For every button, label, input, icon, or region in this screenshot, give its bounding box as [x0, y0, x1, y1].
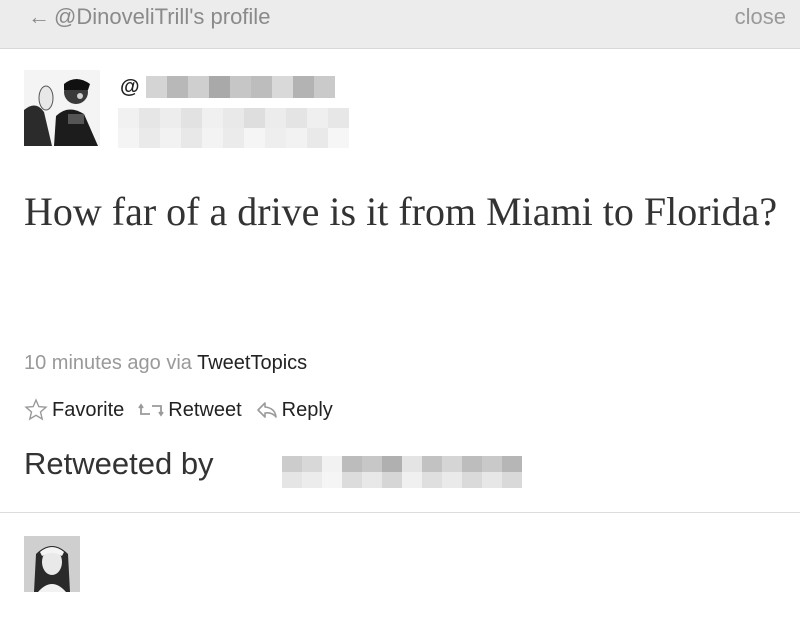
retweet-button[interactable]: Retweet: [138, 398, 242, 422]
author-avatar[interactable]: [24, 70, 100, 146]
tweet-source-link[interactable]: TweetTopics: [197, 352, 307, 374]
close-button[interactable]: close: [735, 4, 786, 30]
author-handle-redacted: [146, 76, 335, 98]
arrow-left-icon: ←: [28, 4, 50, 29]
author-name-redacted: [118, 108, 349, 148]
back-to-profile-link[interactable]: ← @DinoveliTrill's profile: [28, 4, 270, 30]
retweeter-avatar[interactable]: [24, 536, 80, 592]
retweet-label: Retweet: [168, 398, 242, 421]
reply-label: Reply: [281, 398, 333, 421]
section-divider: [0, 512, 800, 513]
retweeter-avatar-image: [24, 536, 80, 592]
star-icon: [24, 398, 48, 422]
top-bar: ← @DinoveliTrill's profile close: [0, 0, 800, 49]
favorite-button[interactable]: Favorite: [24, 398, 124, 422]
via-label: via: [166, 352, 192, 374]
tweet-meta: 10 minutes ago via TweetTopics: [24, 352, 307, 375]
tweet-timestamp[interactable]: 10 minutes ago: [24, 352, 161, 374]
reply-button[interactable]: Reply: [256, 399, 333, 422]
tweet-text: How far of a drive is it from Miami to F…: [24, 189, 778, 234]
author-avatar-image: [24, 70, 100, 146]
back-link-label: @DinoveliTrill's profile: [54, 4, 271, 29]
author-handle-prefix: @: [120, 76, 140, 98]
favorite-label: Favorite: [52, 398, 125, 421]
retweeter-name-redacted: [282, 456, 522, 488]
reply-icon: [256, 400, 278, 420]
retweeted-by-label: Retweeted by: [24, 446, 214, 481]
retweet-icon: [138, 400, 164, 420]
tweet-actions: Favorite Retweet Reply: [24, 398, 333, 422]
